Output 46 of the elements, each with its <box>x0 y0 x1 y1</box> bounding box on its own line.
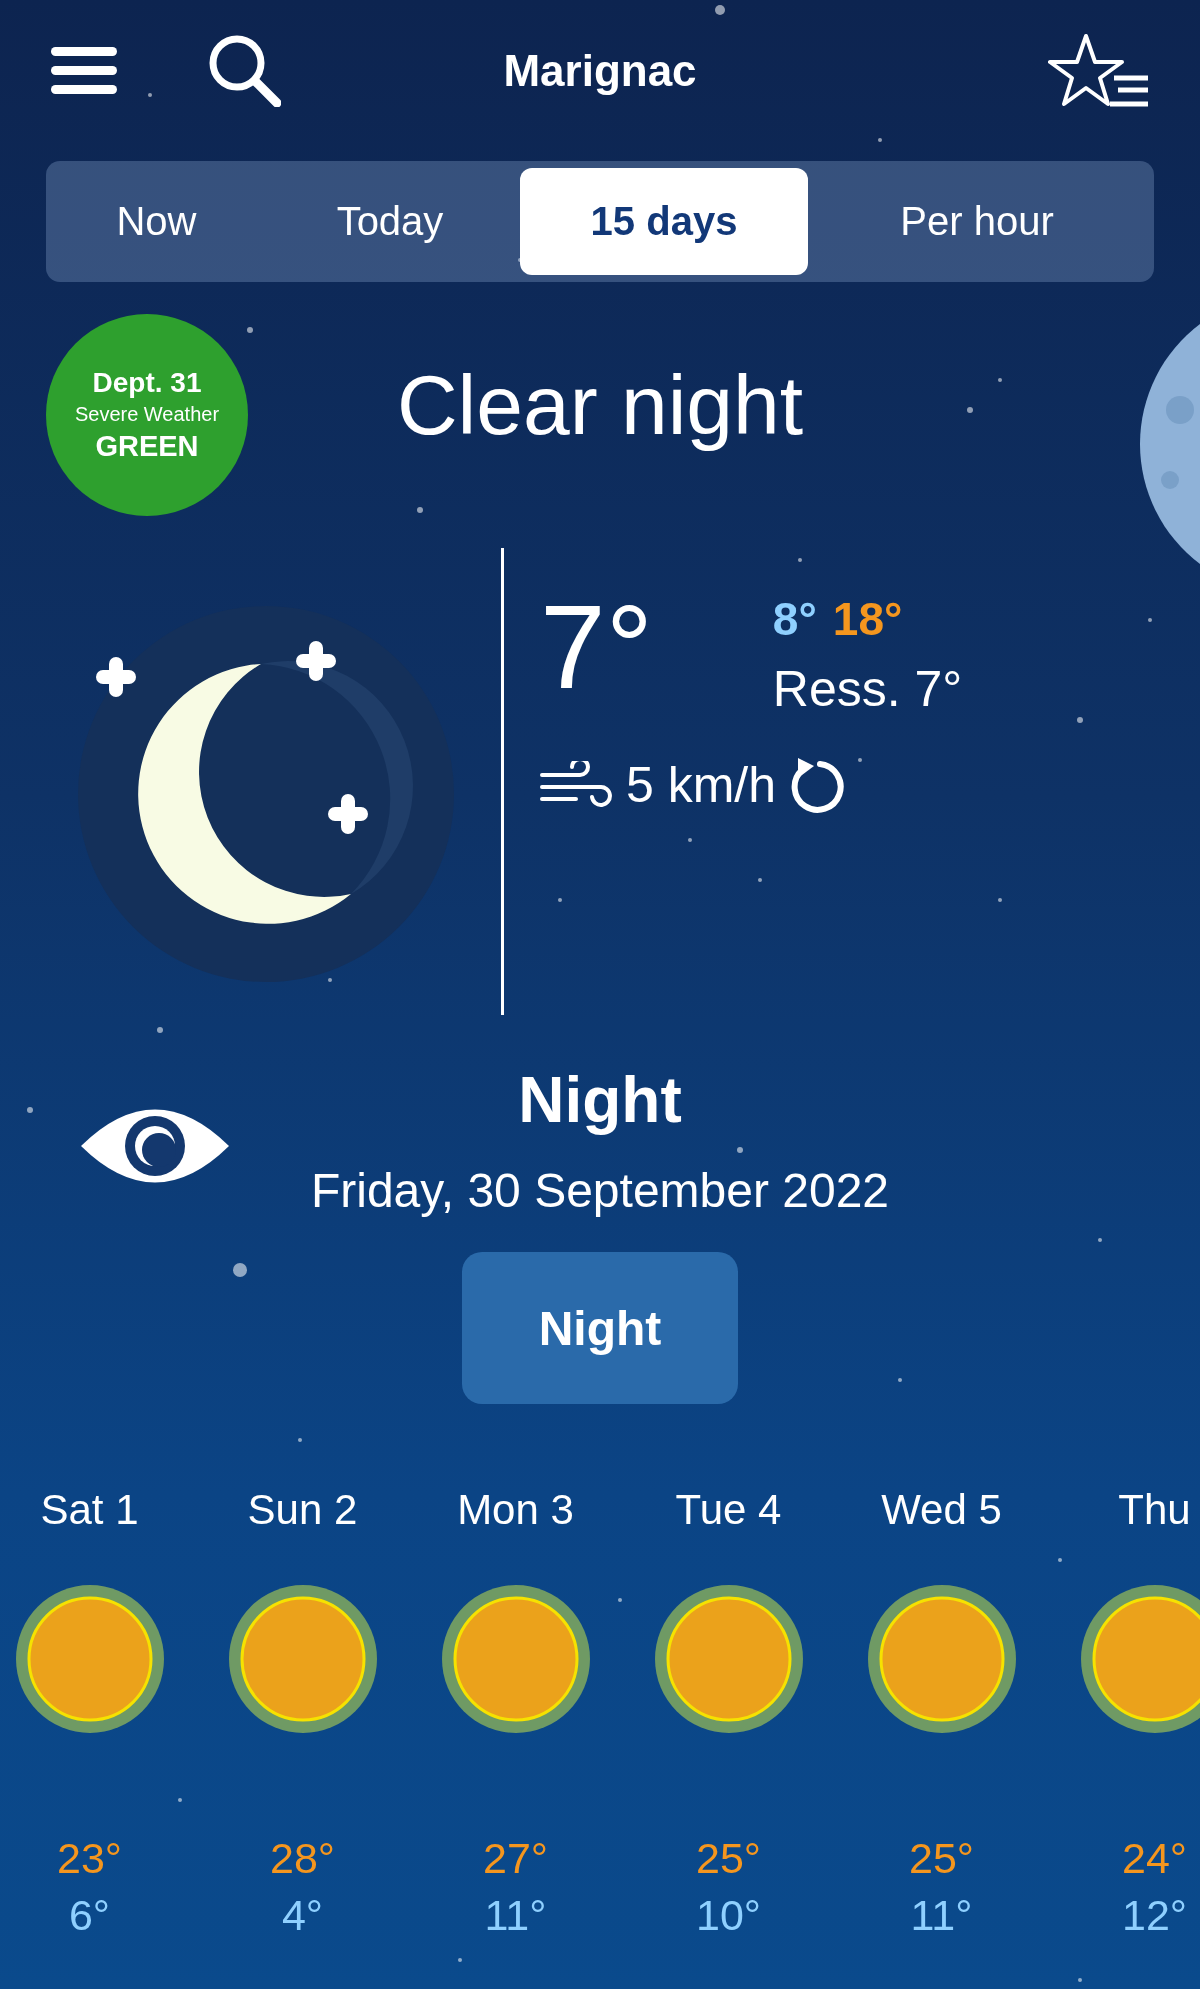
feels-like-text: Ress. 7° <box>772 660 963 718</box>
favorites-star-list-icon[interactable] <box>1048 32 1150 108</box>
tab[interactable]: Now <box>53 168 260 275</box>
current-temperature: 7° <box>540 588 653 715</box>
low-temperature: 4° <box>281 1891 324 1940</box>
sun-icon <box>1079 1584 1200 1734</box>
menu-icon[interactable] <box>51 46 117 94</box>
day-label: Mon 3 <box>457 1486 574 1534</box>
tab[interactable]: Per hour <box>808 168 1146 275</box>
sun-icon <box>866 1584 1017 1734</box>
alert-department: Dept. 31 <box>92 367 202 399</box>
high-temperature: 28° <box>270 1834 335 1883</box>
sun-icon <box>14 1584 165 1734</box>
low-temperature: 6° <box>68 1891 111 1940</box>
high-temperature: 25° <box>909 1834 974 1883</box>
tab[interactable]: Today <box>260 168 520 275</box>
low-temperature: 11° <box>484 1891 547 1940</box>
period-button[interactable]: Night <box>462 1252 738 1404</box>
sun-icon <box>440 1584 591 1734</box>
high-temperature: 27° <box>483 1834 548 1883</box>
location-title: Marignac <box>503 46 697 96</box>
low-temperature: 11° <box>910 1891 973 1940</box>
alert-caption: Severe Weather <box>74 403 220 426</box>
min-temperature: 8° <box>772 592 817 646</box>
sun-icon <box>653 1584 804 1734</box>
condition-text: Clear night <box>396 356 804 454</box>
high-temperature: 24° <box>1122 1834 1187 1883</box>
clear-night-moon-icon <box>76 604 456 984</box>
tab[interactable]: 15 days <box>520 168 808 275</box>
day-label: Sat 1 <box>40 1486 139 1534</box>
high-temperature: 25° <box>696 1834 761 1883</box>
wind-speed: 5 km/h <box>626 756 777 814</box>
high-temperature: 23° <box>57 1834 122 1883</box>
day-label: Sun 2 <box>247 1486 358 1534</box>
period-date: Friday, 30 September 2022 <box>310 1163 890 1218</box>
day-label: Thu <box>1118 1486 1191 1534</box>
low-temperature: 10° <box>696 1891 761 1940</box>
alert-level: GREEN <box>95 430 199 463</box>
max-temperature: 18° <box>832 592 903 646</box>
wind-icon <box>540 761 612 809</box>
day-label: Wed 5 <box>881 1486 1002 1534</box>
period-title: Night <box>518 1063 682 1137</box>
day-label: Tue 4 <box>675 1486 782 1534</box>
search-icon[interactable] <box>207 33 281 107</box>
low-temperature: 12° <box>1122 1891 1187 1940</box>
sun-icon <box>227 1584 378 1734</box>
